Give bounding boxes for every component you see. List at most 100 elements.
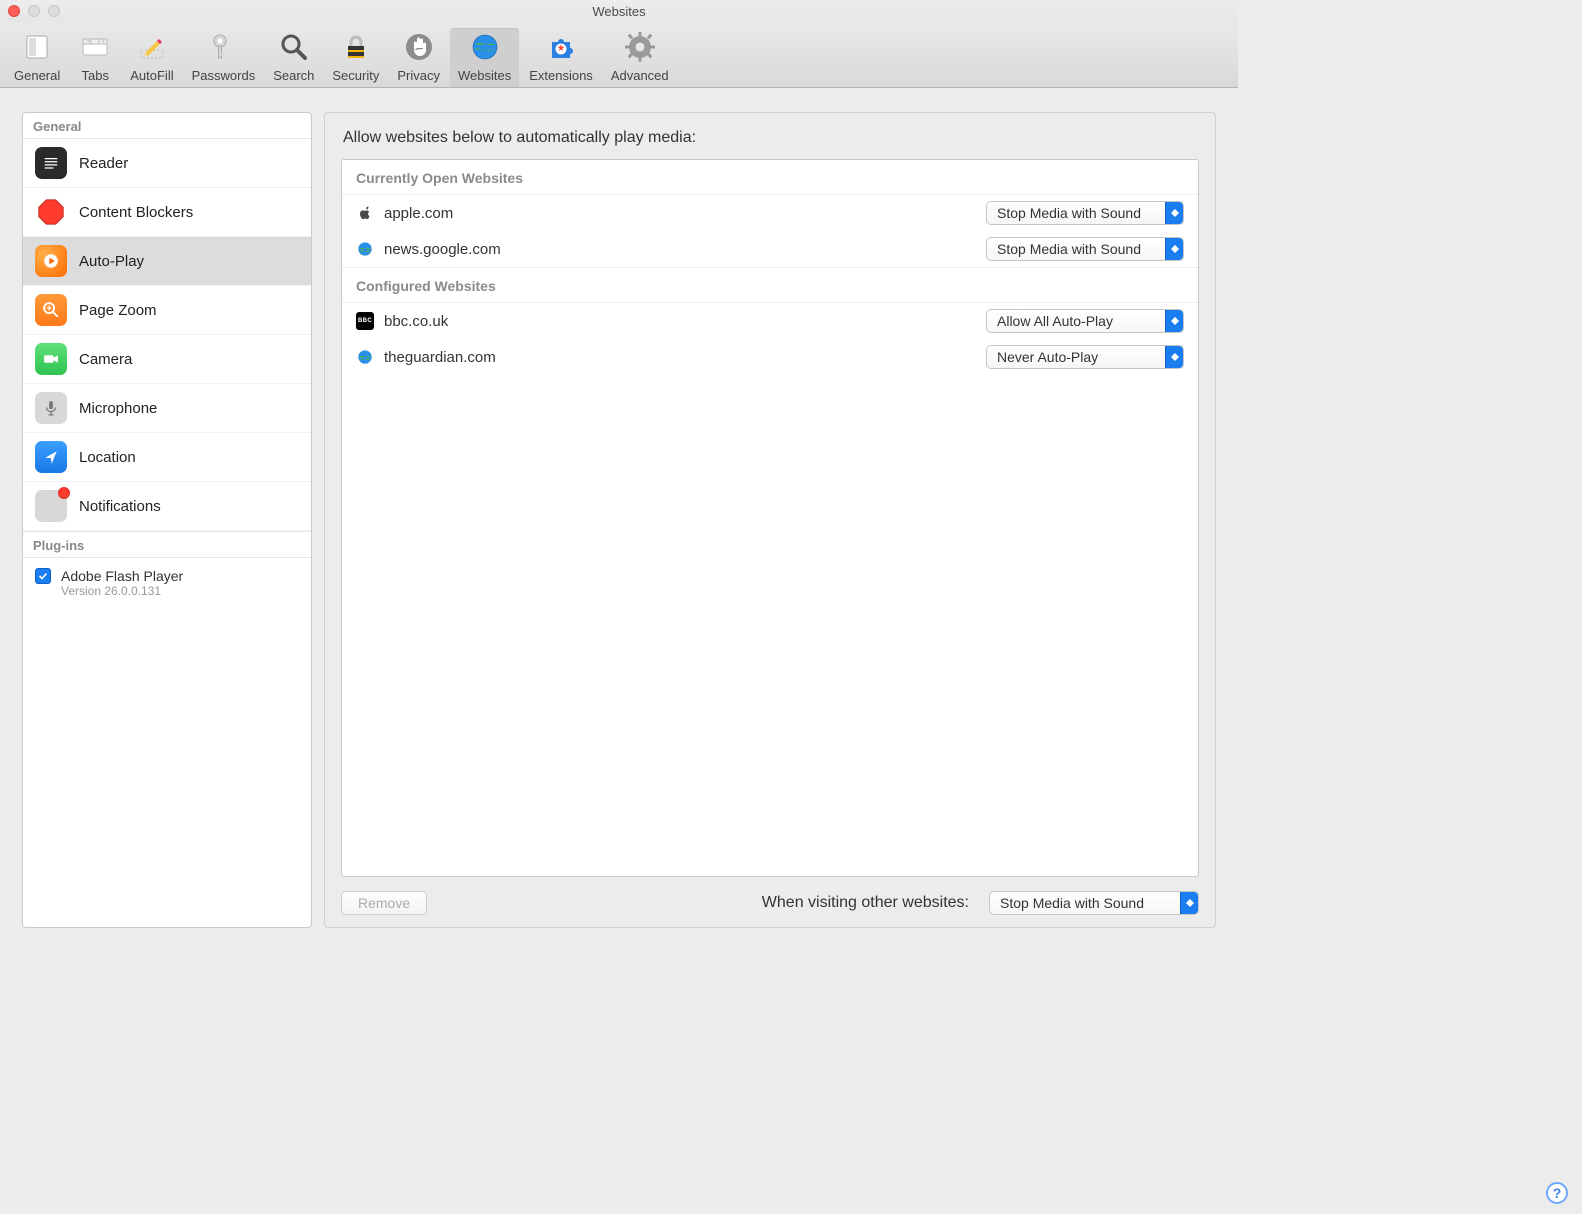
svg-text:×: × bbox=[87, 39, 90, 45]
sidebar-section-general: General bbox=[23, 113, 311, 139]
play-icon bbox=[35, 245, 67, 277]
sidebar-item-label: Location bbox=[79, 449, 136, 466]
toolbar-tab-label: Search bbox=[273, 68, 314, 83]
globe-favicon-icon bbox=[356, 240, 374, 258]
puzzle-icon bbox=[544, 30, 578, 64]
hand-icon bbox=[402, 30, 436, 64]
sidebar-item-label: Content Blockers bbox=[79, 204, 193, 221]
stepper-icon bbox=[1165, 310, 1183, 332]
help-button-label: ? bbox=[1553, 1185, 1562, 1201]
preferences-toolbar: General ×+ Tabs AutoFill Passwords bbox=[0, 22, 1238, 88]
notifications-icon bbox=[35, 490, 67, 522]
location-icon bbox=[35, 441, 67, 473]
plugin-row-flash[interactable]: Adobe Flash Player Version 26.0.0.131 bbox=[23, 558, 311, 608]
key-icon bbox=[206, 30, 240, 64]
sidebar-item-label: Auto-Play bbox=[79, 253, 144, 270]
toolbar-tab-general[interactable]: General bbox=[6, 28, 68, 87]
toolbar-tab-autofill[interactable]: AutoFill bbox=[122, 28, 181, 87]
toolbar-tab-advanced[interactable]: Advanced bbox=[603, 28, 677, 87]
toolbar-tab-passwords[interactable]: Passwords bbox=[184, 28, 264, 87]
stepper-icon bbox=[1165, 202, 1183, 224]
toolbar-tab-label: Privacy bbox=[397, 68, 440, 83]
sidebar-item-label: Page Zoom bbox=[79, 302, 157, 319]
zoom-icon bbox=[35, 294, 67, 326]
bbc-favicon-icon: BBC bbox=[356, 312, 374, 330]
toolbar-tab-tabs[interactable]: ×+ Tabs bbox=[70, 28, 120, 87]
site-domain: news.google.com bbox=[384, 241, 976, 258]
sidebar-item-microphone[interactable]: Microphone bbox=[23, 384, 311, 433]
sidebar-item-location[interactable]: Location bbox=[23, 433, 311, 482]
plugin-name: Adobe Flash Player bbox=[61, 568, 183, 584]
policy-select-value: Stop Media with Sound bbox=[997, 241, 1165, 257]
reader-icon bbox=[35, 147, 67, 179]
sidebar-item-label: Reader bbox=[79, 155, 128, 172]
sidebar-item-auto-play[interactable]: Auto-Play bbox=[23, 237, 311, 286]
toolbar-tab-label: Extensions bbox=[529, 68, 593, 83]
group-header-open: Currently Open Websites bbox=[342, 160, 1198, 195]
site-domain: apple.com bbox=[384, 205, 976, 222]
toolbar-tab-websites[interactable]: Websites bbox=[450, 28, 519, 87]
policy-select-value: Allow All Auto-Play bbox=[997, 313, 1165, 329]
sidebar-item-content-blockers[interactable]: Content Blockers bbox=[23, 188, 311, 237]
globe-favicon-icon bbox=[356, 348, 374, 366]
sidebar-section-plugins: Plug-ins bbox=[23, 532, 311, 558]
help-button[interactable]: ? bbox=[1546, 1182, 1568, 1204]
toolbar-tab-label: Websites bbox=[458, 68, 511, 83]
policy-select-value: Stop Media with Sound bbox=[997, 205, 1165, 221]
remove-button-label: Remove bbox=[358, 895, 410, 911]
site-row[interactable]: BBC bbc.co.uk Allow All Auto-Play bbox=[342, 303, 1198, 339]
toolbar-tab-label: AutoFill bbox=[130, 68, 173, 83]
stepper-icon bbox=[1165, 346, 1183, 368]
camera-icon bbox=[35, 343, 67, 375]
stepper-icon bbox=[1165, 238, 1183, 260]
plugin-version: Version 26.0.0.131 bbox=[61, 584, 183, 598]
group-header-configured: Configured Websites bbox=[342, 267, 1198, 303]
policy-select[interactable]: Stop Media with Sound bbox=[986, 201, 1184, 225]
gear-icon bbox=[623, 30, 657, 64]
sidebar-item-notifications[interactable]: Notifications bbox=[23, 482, 311, 531]
svg-text:+: + bbox=[102, 39, 105, 45]
policy-select[interactable]: Allow All Auto-Play bbox=[986, 309, 1184, 333]
policy-select[interactable]: Stop Media with Sound bbox=[986, 237, 1184, 261]
toolbar-tab-search[interactable]: Search bbox=[265, 28, 322, 87]
site-domain: bbc.co.uk bbox=[384, 313, 976, 330]
policy-select[interactable]: Never Auto-Play bbox=[986, 345, 1184, 369]
sidebar-item-page-zoom[interactable]: Page Zoom bbox=[23, 286, 311, 335]
toolbar-tab-label: Advanced bbox=[611, 68, 669, 83]
toolbar-tab-label: Passwords bbox=[192, 68, 256, 83]
pencil-icon bbox=[135, 30, 169, 64]
lock-icon bbox=[339, 30, 373, 64]
toolbar-tab-label: General bbox=[14, 68, 60, 83]
tabs-icon: ×+ bbox=[78, 30, 112, 64]
websites-sidebar: General Reader Content Blockers Auto-Pla… bbox=[22, 112, 312, 928]
site-row[interactable]: apple.com Stop Media with Sound bbox=[342, 195, 1198, 231]
other-policy-select[interactable]: Stop Media with Sound bbox=[989, 891, 1199, 915]
badge-dot-icon bbox=[58, 487, 70, 499]
stepper-icon bbox=[1180, 892, 1198, 914]
plugin-checkbox[interactable] bbox=[35, 568, 51, 584]
globe-icon bbox=[468, 30, 502, 64]
toolbar-tab-extensions[interactable]: Extensions bbox=[521, 28, 601, 87]
other-websites-label: When visiting other websites: bbox=[762, 894, 969, 912]
window-title: Websites bbox=[0, 4, 1238, 19]
site-row[interactable]: news.google.com Stop Media with Sound bbox=[342, 231, 1198, 267]
site-row[interactable]: theguardian.com Never Auto-Play bbox=[342, 339, 1198, 375]
switch-icon bbox=[20, 30, 54, 64]
apple-favicon-icon bbox=[356, 204, 374, 222]
sidebar-item-label: Microphone bbox=[79, 400, 157, 417]
stop-sign-icon bbox=[35, 196, 67, 228]
toolbar-tab-security[interactable]: Security bbox=[324, 28, 387, 87]
sidebar-item-reader[interactable]: Reader bbox=[23, 139, 311, 188]
search-icon bbox=[277, 30, 311, 64]
other-policy-select-value: Stop Media with Sound bbox=[1000, 895, 1180, 911]
site-domain: theguardian.com bbox=[384, 349, 976, 366]
toolbar-tab-label: Security bbox=[332, 68, 379, 83]
toolbar-tab-privacy[interactable]: Privacy bbox=[389, 28, 448, 87]
main-panel: Allow websites below to automatically pl… bbox=[324, 112, 1216, 928]
main-heading: Allow websites below to automatically pl… bbox=[343, 129, 1199, 147]
remove-button[interactable]: Remove bbox=[341, 891, 427, 915]
policy-select-value: Never Auto-Play bbox=[997, 349, 1165, 365]
toolbar-tab-label: Tabs bbox=[82, 68, 109, 83]
sidebar-item-camera[interactable]: Camera bbox=[23, 335, 311, 384]
sidebar-item-label: Camera bbox=[79, 351, 132, 368]
